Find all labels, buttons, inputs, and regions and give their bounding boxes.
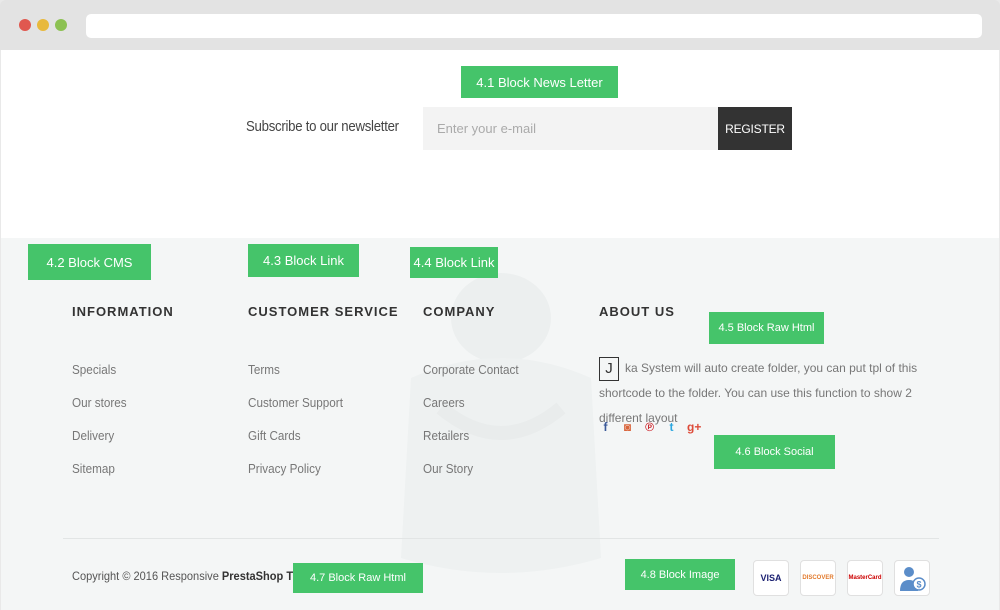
minimize-window-icon[interactable]: [37, 19, 49, 31]
discover-card-icon: DISCOVER: [800, 560, 836, 596]
visa-card-icon: VISA: [753, 560, 789, 596]
list-item[interactable]: Careers: [423, 394, 519, 427]
paypal-user-icon: $: [894, 560, 930, 596]
instagram-icon[interactable]: ◙: [621, 421, 634, 434]
list-item[interactable]: Specials: [72, 361, 127, 394]
link-block-label: 4.3 Block Link: [248, 244, 359, 277]
list-item[interactable]: Terms: [248, 361, 343, 394]
page-content: 4.1 Block News Letter Subscribe to our n…: [1, 50, 999, 610]
cms-block-label: 4.2 Block CMS: [28, 244, 151, 280]
pinterest-icon[interactable]: ℗: [643, 421, 656, 434]
browser-titlebar: [0, 0, 1000, 50]
social-block-label: 4.6 Block Social: [714, 435, 835, 469]
newsletter-section: 4.1 Block News Letter Subscribe to our n…: [1, 50, 999, 238]
list-item[interactable]: Gift Cards: [248, 427, 343, 460]
newsletter-heading: Subscribe to our newsletter: [246, 118, 399, 135]
list-item[interactable]: Our Story: [423, 460, 519, 493]
information-list: Specials Our stores Delivery Sitemap: [72, 361, 133, 493]
list-item[interactable]: Sitemap: [72, 460, 127, 493]
link-block-label-2: 4.4 Block Link: [410, 247, 498, 278]
mastercard-icon: MasterCard: [847, 560, 883, 596]
footer-divider: [63, 538, 939, 539]
about-us-title: ABOUT US: [599, 304, 675, 319]
address-bar[interactable]: [86, 14, 982, 38]
customer-service-title: CUSTOMER SERVICE: [248, 304, 399, 319]
j-logo: J: [599, 356, 619, 381]
list-item[interactable]: Retailers: [423, 427, 519, 460]
information-title: INFORMATION: [72, 304, 174, 319]
list-item[interactable]: Customer Support: [248, 394, 343, 427]
list-item[interactable]: Corporate Contact: [423, 361, 519, 394]
image-block-label: 4.8 Block Image: [625, 559, 735, 590]
twitter-icon[interactable]: t: [665, 421, 678, 434]
newsletter-block-label: 4.1 Block News Letter: [461, 66, 618, 98]
social-links: f ◙ ℗ t g+: [599, 421, 702, 434]
list-item[interactable]: Privacy Policy: [248, 460, 343, 493]
close-window-icon[interactable]: [19, 19, 31, 31]
email-input[interactable]: [423, 107, 718, 150]
footer: 4.2 Block CMS 4.3 Block Link 4.4 Block L…: [1, 238, 999, 610]
list-item[interactable]: Delivery: [72, 427, 127, 460]
customer-service-list: Terms Customer Support Gift Cards Privac…: [248, 361, 354, 493]
copyright-prefix: Copyright © 2016 Responsive: [72, 569, 222, 583]
maximize-window-icon[interactable]: [55, 19, 67, 31]
facebook-icon[interactable]: f: [599, 421, 612, 434]
list-item[interactable]: Our stores: [72, 394, 127, 427]
company-title: COMPANY: [423, 304, 496, 319]
raw-html-block-label: 4.5 Block Raw Html: [709, 312, 824, 344]
about-description: ka System will auto create folder, you c…: [599, 361, 918, 425]
svg-text:$: $: [916, 580, 921, 590]
payment-cards: VISA DISCOVER MasterCard $: [753, 560, 930, 596]
copyright-text: Copyright © 2016 Responsive PrestaShop T…: [72, 569, 322, 583]
google-plus-icon[interactable]: g+: [687, 421, 701, 434]
register-button[interactable]: REGISTER: [718, 107, 792, 150]
company-list: Corporate Contact Careers Retailers Our …: [423, 361, 529, 493]
user-dollar-icon: $: [900, 567, 926, 591]
raw-html-block-label-2: 4.7 Block Raw Html: [293, 563, 423, 593]
